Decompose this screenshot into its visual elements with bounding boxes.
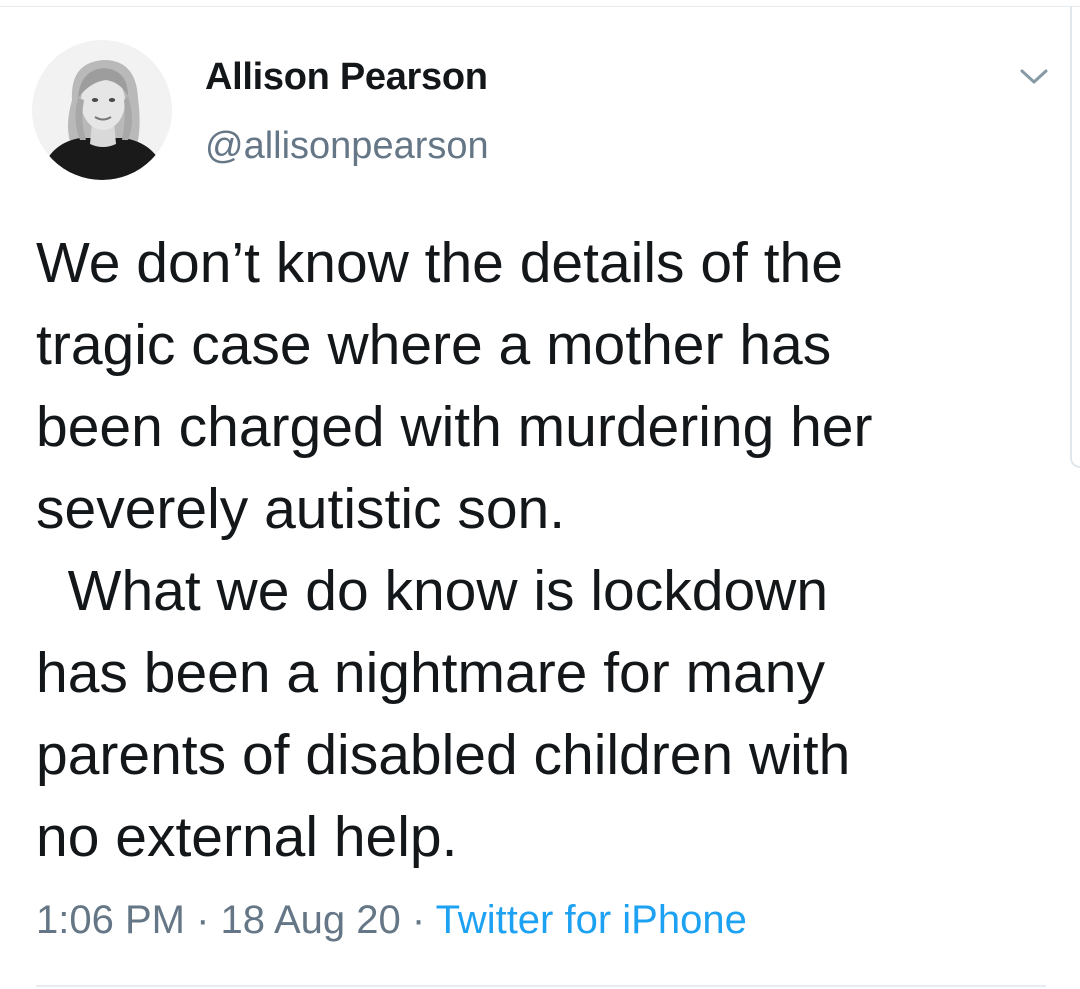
tweet-text: We don’t know the details of the tragic … xyxy=(36,222,1046,878)
meta-separator: · xyxy=(196,898,210,942)
tweet-text-line: no external help. xyxy=(36,805,458,869)
avatar[interactable] xyxy=(32,40,172,180)
tweet-date[interactable]: 18 Aug 20 xyxy=(221,898,401,942)
chevron-down-icon[interactable] xyxy=(1016,62,1052,90)
meta-separator: · xyxy=(411,898,426,942)
author-handle[interactable]: @allisonpearson xyxy=(205,125,489,168)
tweet-text-line: parents of disabled children with xyxy=(36,723,851,787)
adjacent-card-edge xyxy=(1070,6,1080,468)
author-display-name[interactable]: Allison Pearson xyxy=(205,56,488,99)
tweet-text-line: has been a nightmare for many xyxy=(36,641,825,705)
tweet-source-link[interactable]: Twitter for iPhone xyxy=(436,898,747,942)
tweet-text-line: tragic case where a mother has xyxy=(36,313,832,377)
bottom-divider xyxy=(36,985,1046,987)
tweet-text-line: severely autistic son. xyxy=(36,477,566,541)
tweet-text-line: been charged with murdering her xyxy=(36,395,873,459)
tweet-text-line: We don’t know the details of the xyxy=(36,231,843,295)
avatar-photo xyxy=(32,40,172,180)
tweet-time[interactable]: 1:06 PM xyxy=(36,898,185,942)
tweet-text-line: What we do know is lockdown xyxy=(36,559,829,623)
tweet-meta: 1:06 PM · 18 Aug 20 · Twitter for iPhone xyxy=(36,898,747,943)
top-divider xyxy=(0,6,1080,7)
